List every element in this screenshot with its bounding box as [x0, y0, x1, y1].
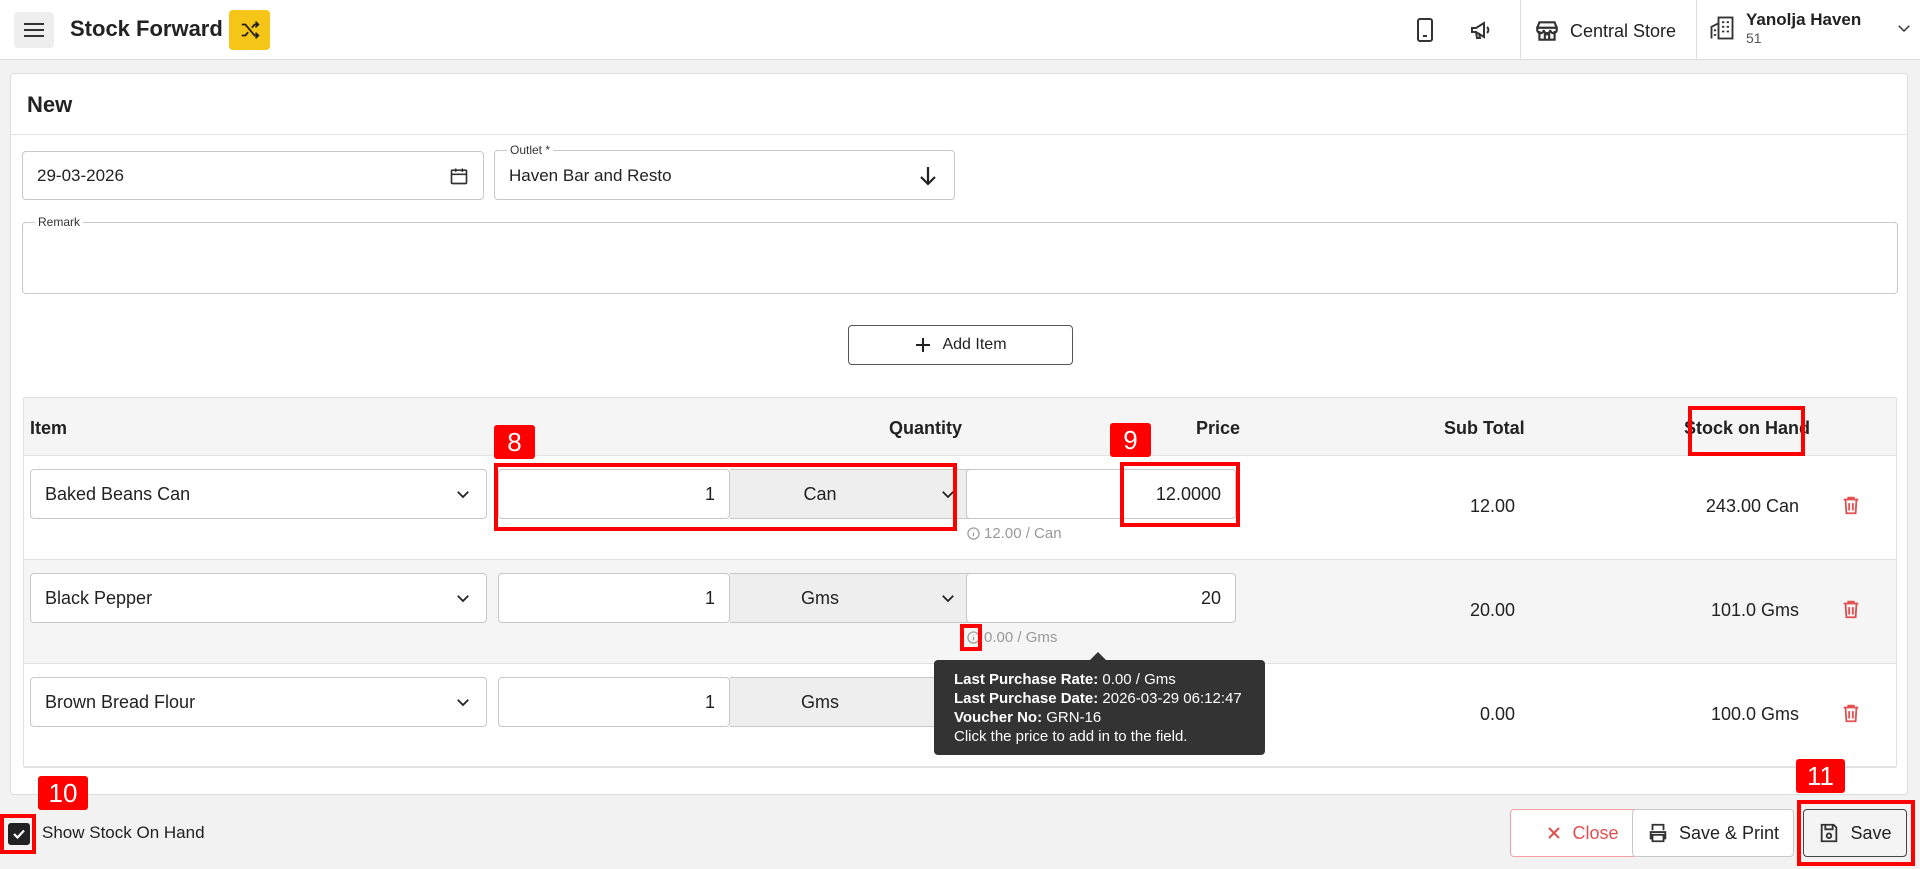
annotation-box-8	[494, 463, 957, 531]
chevron-down-icon	[457, 699, 469, 707]
subtotal-value: 20.00	[1469, 600, 1515, 620]
col-price: Price	[1196, 418, 1241, 438]
annotation-box-10	[0, 814, 36, 854]
show-stock-label[interactable]: Show Stock On Hand	[42, 823, 205, 843]
store-name: Central Store	[1570, 20, 1677, 41]
save-print-button[interactable]: Save & Print	[1632, 809, 1794, 857]
store-selector[interactable]: Central Store	[1534, 18, 1676, 44]
chevron-down-icon	[942, 595, 954, 603]
company-sub: 51	[1746, 30, 1762, 46]
header-divider	[1696, 0, 1697, 60]
item-name: Brown Bread Flour	[45, 692, 196, 712]
tooltip-voucher: Voucher No: GRN-16	[954, 709, 1102, 726]
annotation-label-9: 9	[1110, 423, 1151, 457]
building-icon	[1710, 16, 1734, 40]
store-icon	[1536, 21, 1558, 41]
col-quantity: Quantity	[889, 418, 963, 438]
info-icon	[967, 527, 980, 540]
annotation-box-info	[960, 624, 982, 651]
printer-icon	[1649, 823, 1667, 843]
company-name: Yanolja Haven	[1746, 10, 1862, 29]
annotation-label-11: 11	[1796, 759, 1845, 793]
quantity-value: 1	[704, 692, 715, 712]
save-print-label: Save & Print	[1678, 822, 1780, 843]
trash-icon[interactable]	[1840, 597, 1862, 621]
tooltip-rate: Last Purchase Rate: 0.00 / Gms	[954, 671, 1176, 688]
close-icon	[1548, 827, 1561, 839]
item-name: Black Pepper	[45, 588, 153, 608]
price-hint[interactable]: 12.00 / Can	[967, 525, 1062, 542]
item-select[interactable]: Black Pepper	[30, 573, 487, 623]
item-select[interactable]: Baked Beans Can	[30, 469, 487, 519]
stock-value: 243.00 Can	[1705, 496, 1799, 516]
col-item: Item	[30, 418, 68, 438]
quantity-value: 1	[704, 588, 715, 608]
chevron-down-icon	[1898, 25, 1911, 33]
tooltip-hint: Click the price to add in to the field.	[954, 728, 1188, 745]
price-tooltip: Last Purchase Rate: 0.00 / Gms Last Purc…	[934, 660, 1265, 755]
unit-select[interactable]: Gms	[730, 573, 978, 623]
date-value: 29-03-2026	[37, 166, 124, 185]
price-input[interactable]: 20	[966, 573, 1236, 623]
shuffle-icon	[241, 21, 260, 39]
company-selector[interactable]: Yanolja Haven 51	[1708, 10, 1913, 46]
subtotal-value: 12.00	[1469, 496, 1515, 516]
annotation-box-stock	[1688, 406, 1805, 456]
chevron-down-icon	[457, 491, 469, 499]
chevron-down-icon	[457, 595, 469, 603]
megaphone-icon[interactable]	[1469, 18, 1493, 42]
header-divider	[1520, 0, 1521, 60]
hamburger-icon	[24, 29, 44, 31]
form-title: New	[27, 92, 73, 117]
item-select[interactable]: Brown Bread Flour	[30, 677, 487, 727]
outlet-select[interactable]: Outlet * Haven Bar and Resto	[494, 143, 955, 200]
remark-label: Remark	[35, 215, 84, 229]
price-hint-text: 12.00 / Can	[984, 525, 1062, 542]
quantity-input[interactable]: 1	[498, 677, 730, 727]
item-name: Baked Beans Can	[45, 484, 191, 504]
add-item-button[interactable]: Add Item	[848, 325, 1073, 365]
arrow-down-icon	[920, 167, 936, 186]
annotation-label-8: 8	[494, 425, 535, 459]
annotation-label-10: 10	[38, 776, 88, 810]
menu-button[interactable]	[14, 12, 54, 48]
price-value: 20	[1200, 588, 1221, 608]
table-header: Item Quantity Price Sub Total Stock on H…	[24, 398, 1896, 456]
close-label: Close	[1572, 822, 1619, 843]
plus-icon	[916, 338, 931, 352]
page-title: Stock Forward	[70, 16, 223, 41]
mobile-icon[interactable]	[1413, 18, 1437, 42]
top-bar: Stock Forward Central Store Yanolja Have…	[0, 0, 1920, 60]
trash-icon[interactable]	[1840, 493, 1862, 517]
price-hint-text: 0.00 / Gms	[984, 629, 1058, 646]
date-field[interactable]: 29-03-2026	[22, 151, 484, 200]
calendar-icon[interactable]	[449, 166, 469, 186]
outlet-label: Outlet *	[507, 143, 554, 157]
add-item-label: Add Item	[942, 336, 1007, 353]
trash-icon[interactable]	[1840, 701, 1862, 725]
annotation-box-11	[1797, 800, 1915, 866]
col-subtotal: Sub Total	[1444, 418, 1525, 438]
stock-value: 101.0 Gms	[1710, 600, 1799, 620]
subtotal-value: 0.00	[1479, 704, 1515, 724]
tooltip-date: Last Purchase Date: 2026-03-29 06:12:47	[954, 690, 1242, 707]
table-row: Baked Beans Can 1 Can 12.0000 12.00 / Ca…	[24, 456, 1896, 560]
outlet-value: Haven Bar and Resto	[509, 166, 672, 185]
unit-value: Gms	[801, 588, 839, 608]
annotation-box-9	[1120, 462, 1240, 527]
unit-value: Gms	[801, 692, 839, 712]
shuffle-button[interactable]	[229, 10, 270, 50]
divider	[11, 134, 1907, 135]
remark-field[interactable]: Remark	[22, 215, 1898, 294]
stock-value: 100.0 Gms	[1710, 704, 1799, 724]
quantity-input[interactable]: 1	[498, 573, 730, 623]
